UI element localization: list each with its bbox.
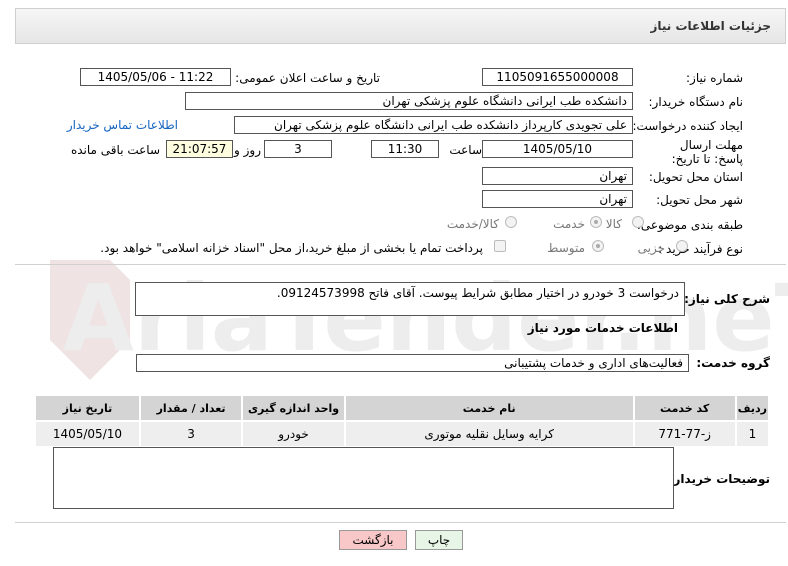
creator-field: علی تجویدی کارپرداز دانشکده طب ایرانی دا… — [234, 116, 633, 134]
table-header-row: ردیف کد خدمت نام خدمت واحد اندازه گیری ت… — [34, 394, 771, 422]
process-label: نوع فرآیند خرید : — [658, 242, 743, 256]
remaining-label: ساعت باقی مانده — [70, 143, 160, 157]
description-field: درخواست 3 خودرو در اختیار مطابق شرایط پی… — [135, 282, 685, 316]
announce-label: تاریخ و ساعت اعلان عمومی: — [235, 71, 380, 85]
column-header-quantity: تعداد / مقدار — [138, 394, 244, 422]
need-number-field: 1105091655000008 — [482, 68, 633, 86]
page-header: جزئیات اطلاعات نیاز — [15, 8, 786, 44]
services-table: ردیف کد خدمت نام خدمت واحد اندازه گیری ت… — [34, 394, 771, 448]
back-button[interactable]: بازگشت — [339, 530, 407, 550]
city-field: تهران — [482, 190, 633, 208]
buyer-org-label: نام دستگاه خریدار: — [648, 95, 744, 109]
page-title: جزئیات اطلاعات نیاز — [650, 19, 771, 33]
category-radio-goods[interactable] — [632, 216, 644, 228]
province-label: استان محل تحویل: — [648, 170, 743, 184]
category-radio-goods-service[interactable] — [505, 216, 517, 228]
column-header-service-code: کد خدمت — [632, 394, 737, 422]
deadline-label: مهلت ارسال پاسخ: تا تاریخ: — [671, 138, 743, 166]
cell-quantity: 3 — [138, 420, 244, 448]
announce-field: 1405/05/06 - 11:22 — [80, 68, 231, 86]
province-field: تهران — [482, 167, 633, 185]
days-field: 3 — [264, 140, 332, 158]
contact-buyer-link[interactable]: اطلاعات تماس خریدار — [67, 118, 178, 132]
category-option-goods: کالا — [605, 217, 622, 231]
cell-row-number: 1 — [734, 420, 771, 448]
days-label: روز و — [234, 143, 261, 157]
column-header-unit: واحد اندازه گیری — [241, 394, 346, 422]
need-number-label: شماره نیاز: — [686, 71, 743, 85]
process-option-minor: جزیی — [637, 241, 665, 255]
cell-unit: خودرو — [241, 420, 346, 448]
payment-note: پرداخت تمام یا بخشی از مبلغ خرید،از محل … — [100, 241, 483, 255]
deadline-date-field: 1405/05/10 — [482, 140, 633, 158]
remaining-time-field: 21:07:57 — [166, 140, 233, 158]
category-label: طبقه بندی موضوعی: — [636, 218, 743, 232]
description-label: شرح کلی نیاز: — [684, 292, 770, 306]
deadline-time-field: 11:30 — [371, 140, 439, 158]
service-group-label: گروه خدمت: — [696, 356, 770, 370]
cell-need-date: 1405/05/10 — [34, 420, 141, 448]
category-radio-service[interactable] — [590, 216, 602, 228]
service-group-field: فعالیت‌های اداری و خدمات پشتیبانی — [136, 354, 689, 372]
treasury-payment-checkbox[interactable] — [494, 240, 506, 252]
column-header-row-number: ردیف — [734, 394, 771, 422]
column-header-need-date: تاریخ نیاز — [34, 394, 141, 422]
column-header-service-name: نام خدمت — [343, 394, 635, 422]
category-option-service: خدمت — [553, 217, 585, 231]
cell-service-name: کرایه وسایل نقلیه موتوری — [343, 420, 635, 448]
deadline-hour-label: ساعت — [449, 143, 482, 157]
buyer-notes-field — [53, 447, 674, 509]
process-option-medium: متوسط — [547, 241, 585, 255]
services-section-title: اطلاعات خدمات مورد نیاز — [527, 321, 678, 335]
process-radio-minor[interactable] — [676, 240, 688, 252]
buyer-notes-label: توضیحات خریدار: — [668, 472, 770, 486]
buyer-org-field: دانشکده طب ایرانی دانشگاه علوم پزشکی تهر… — [185, 92, 633, 110]
cell-service-code: ز-77-771 — [632, 420, 737, 448]
city-label: شهر محل تحویل: — [656, 193, 743, 207]
table-row: 1 ز-77-771 کرایه وسایل نقلیه موتوری خودر… — [34, 420, 771, 448]
category-option-goods-service: کالا/خدمت — [446, 217, 499, 231]
creator-label: ایجاد کننده درخواست: — [632, 119, 743, 133]
print-button[interactable]: چاپ — [415, 530, 463, 550]
process-radio-medium[interactable] — [592, 240, 604, 252]
